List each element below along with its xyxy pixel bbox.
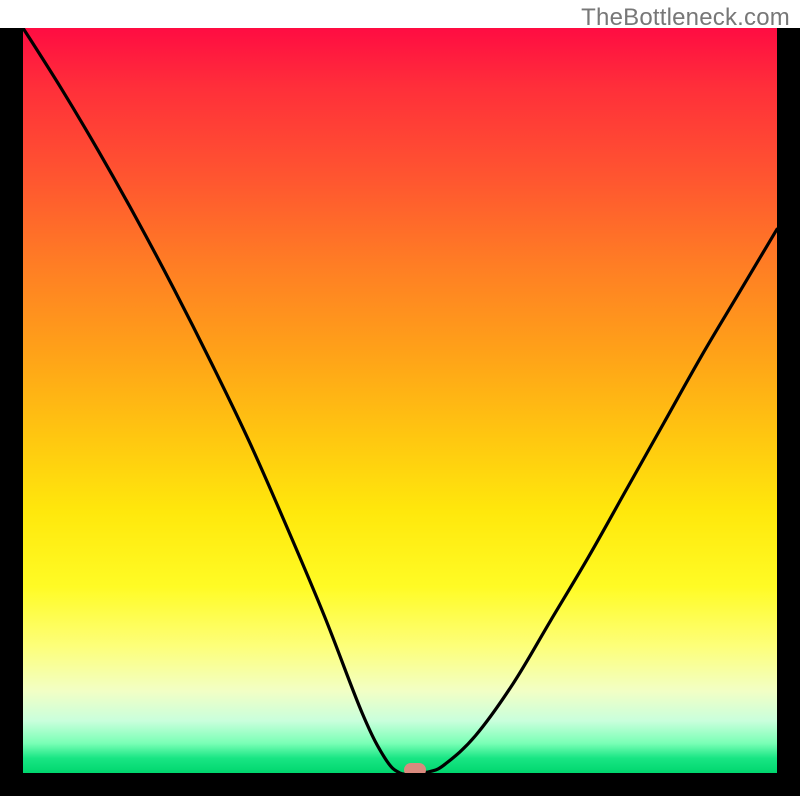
chart-container: TheBottleneck.com (0, 0, 800, 800)
plot-frame (0, 28, 800, 796)
optimal-point-marker (404, 763, 426, 773)
bottleneck-curve (23, 28, 777, 773)
watermark: TheBottleneck.com (581, 4, 790, 32)
plot-area (23, 28, 777, 773)
